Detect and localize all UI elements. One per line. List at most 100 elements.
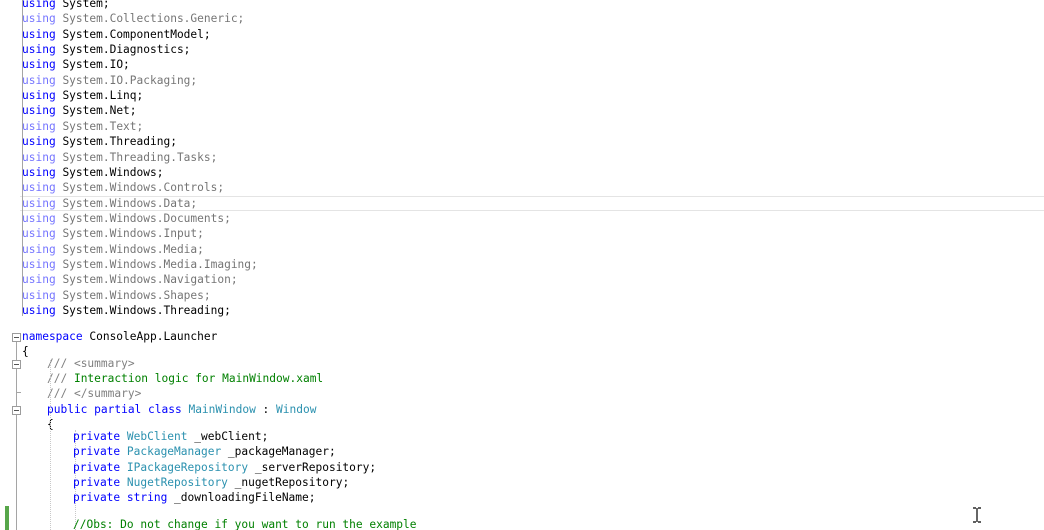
using-keyword: using (22, 120, 56, 133)
field-modifier: private (73, 491, 127, 504)
using-directive: using System.Windows.Media.Imaging; (22, 257, 258, 272)
using-directive: using System.Windows.Media; (22, 242, 204, 257)
using-namespace: System.Windows.Input; (62, 227, 204, 240)
doc-comment-outline (16, 369, 17, 392)
using-keyword: using (22, 89, 56, 102)
field-type: string (126, 491, 168, 504)
using-namespace: System.Windows.Data; (62, 197, 198, 210)
using-keyword: using (22, 74, 56, 87)
using-keyword: using (22, 135, 56, 148)
namespace-name: ConsoleApp.Launcher (82, 330, 218, 343)
field-modifier: private (73, 476, 127, 489)
using-keyword: using (22, 197, 56, 210)
using-namespace: System.Threading.Tasks; (62, 151, 218, 164)
using-namespace: System.Windows.Media.Imaging; (62, 258, 258, 271)
field-modifier: private (73, 445, 127, 458)
change-indicator (5, 506, 9, 530)
collapse-icon[interactable] (12, 333, 21, 342)
using-directive: using System.Windows.Documents; (22, 211, 231, 226)
field-declaration: private NugetRepository _nugetRepository… (73, 475, 349, 490)
using-namespace: System; (62, 0, 110, 10)
using-keyword: using (22, 0, 56, 10)
using-directive: using System.Text; (22, 119, 143, 134)
using-keyword: using (22, 43, 56, 56)
using-namespace: System.Linq; (62, 89, 144, 102)
using-namespace: System.Windows.Navigation; (62, 273, 238, 286)
using-namespace: System.Windows.Threading; (62, 304, 231, 317)
field-type: IPackageRepository (126, 461, 249, 474)
using-keyword: using (22, 304, 56, 317)
using-namespace: System.Threading; (62, 135, 177, 148)
field-declaration: private WebClient _webClient; (73, 429, 268, 444)
using-directive: using System.Windows.Navigation; (22, 272, 238, 287)
using-directive: using System.Windows; (22, 165, 163, 180)
using-directive: using System.ComponentModel; (22, 27, 211, 42)
using-directive: using System.IO; (22, 57, 130, 72)
field-declaration: private IPackageRepository _serverReposi… (73, 460, 376, 475)
doc-comment-line: /// <summary> (47, 357, 135, 370)
field-modifier: private (73, 461, 127, 474)
field-name: _serverRepository; (248, 461, 377, 474)
indent-guide (50, 360, 51, 530)
doc-comment-line: /// </summary> (47, 387, 142, 400)
using-keyword: using (22, 151, 56, 164)
using-outline (22, 0, 23, 316)
using-keyword: using (22, 243, 56, 256)
using-namespace: System.IO; (62, 58, 130, 71)
using-directive: using System.Windows.Controls; (22, 180, 224, 195)
using-namespace: System.Text; (62, 120, 144, 133)
code-editor[interactable]: using System; using System.Collections.Ge… (0, 0, 1044, 530)
field-type: NugetRepository (126, 476, 228, 489)
doc-comment-outline-end (16, 392, 21, 393)
using-keyword: using (22, 181, 56, 194)
using-keyword: using (22, 12, 56, 25)
using-keyword: using (22, 58, 56, 71)
collapse-icon[interactable] (12, 406, 21, 415)
using-keyword: using (22, 258, 56, 271)
using-directive: using System.Net; (22, 103, 137, 118)
field-type: WebClient (126, 430, 188, 443)
using-directive: using System.Collections.Generic; (22, 11, 244, 26)
base-class: Window (276, 403, 317, 416)
using-directive: using System.Diagnostics; (22, 42, 190, 57)
using-directive: using System.Threading; (22, 134, 177, 149)
using-directive: using System.Windows.Threading; (22, 303, 231, 318)
field-name: _packageManager; (221, 445, 336, 458)
collapse-icon[interactable] (12, 360, 21, 369)
text-cursor-icon (973, 507, 981, 523)
field-declaration: private PackageManager _packageManager; (73, 444, 336, 459)
class-name: MainWindow (188, 403, 256, 416)
using-keyword: using (22, 273, 56, 286)
field-declaration: private string _downloadingFileName; (73, 490, 316, 505)
using-namespace: System.Windows.Controls; (62, 181, 225, 194)
using-keyword: using (22, 227, 56, 240)
field-type: PackageManager (126, 445, 222, 458)
namespace-declaration: namespace ConsoleApp.Launcher (22, 329, 217, 344)
field-name: _nugetRepository; (227, 476, 350, 489)
using-directive: using System.Linq; (22, 88, 143, 103)
using-directive: using System.IO.Packaging; (22, 73, 197, 88)
field-name: _webClient; (187, 430, 269, 443)
using-namespace: System.Diagnostics; (62, 43, 191, 56)
using-keyword: using (22, 28, 56, 41)
using-namespace: System.Net; (62, 104, 137, 117)
comment-line: //Obs: Do not change if you want to run … (73, 518, 417, 530)
using-directive: using System.Windows.Shapes; (22, 288, 211, 303)
using-namespace: System.ComponentModel; (62, 28, 211, 41)
using-namespace: System.Windows.Shapes; (62, 289, 211, 302)
namespace-open-brace: { (22, 345, 29, 358)
field-modifier: private (73, 430, 127, 443)
using-namespace: System.Windows.Documents; (62, 212, 231, 225)
doc-comment-line: /// Interaction logic for MainWindow.xam… (47, 372, 324, 385)
using-namespace: System.Windows; (62, 166, 164, 179)
field-name: _downloadingFileName; (167, 491, 316, 504)
using-namespace: System.Windows.Media; (62, 243, 204, 256)
using-directive: using System; (22, 0, 110, 11)
class-declaration: public partial class MainWindow : Window (47, 403, 317, 416)
using-namespace: System.Collections.Generic; (62, 12, 245, 25)
using-keyword: using (22, 166, 56, 179)
using-keyword: using (22, 104, 56, 117)
using-keyword: using (22, 289, 56, 302)
using-keyword: using (22, 212, 56, 225)
using-namespace: System.IO.Packaging; (62, 74, 198, 87)
